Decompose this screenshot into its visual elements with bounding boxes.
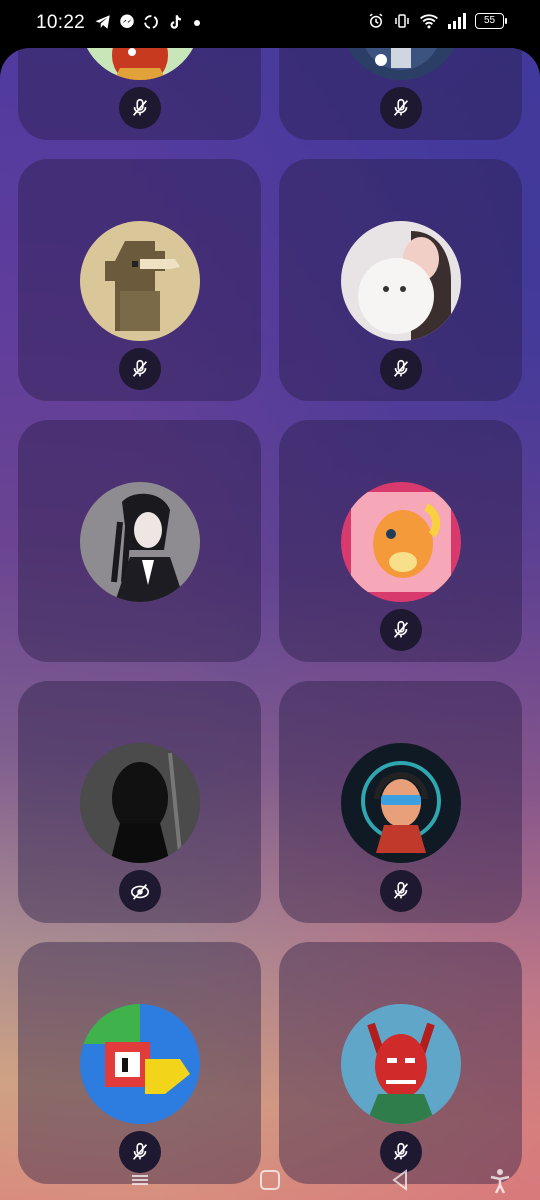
- vibrate-icon: [395, 14, 409, 28]
- status-time: 10:22: [36, 12, 86, 33]
- mic-off-icon: [393, 359, 409, 377]
- mic-off-icon: [393, 881, 409, 899]
- mic-off-icon: [393, 98, 409, 116]
- notification-dot: [194, 20, 200, 26]
- signal-icon: [448, 13, 466, 29]
- home-icon[interactable]: [258, 1168, 282, 1192]
- sync-icon: [144, 15, 158, 29]
- tile-participant-6[interactable]: [279, 420, 522, 662]
- camera-off-button[interactable]: [119, 870, 161, 912]
- avatar-red-creature: [80, 48, 200, 80]
- tiktok-icon: [170, 15, 181, 29]
- participants-screen[interactable]: [0, 48, 540, 1200]
- mic-muted-button[interactable]: [380, 87, 422, 129]
- wifi-icon: [420, 14, 438, 29]
- avatar-blocky-logo: [80, 1004, 200, 1124]
- avatar-dark-figure: [80, 743, 200, 863]
- notification-icons: [94, 13, 204, 31]
- tile-participant-4[interactable]: [279, 159, 522, 401]
- tile-participant-10[interactable]: [279, 942, 522, 1184]
- mic-muted-button[interactable]: [380, 870, 422, 912]
- mic-muted-button[interactable]: [380, 609, 422, 651]
- system-icons: 55: [367, 12, 507, 30]
- avatar-dark-character: [341, 48, 461, 80]
- mic-muted-button[interactable]: [119, 87, 161, 129]
- avatar-plague-doctor: [80, 221, 200, 341]
- tile-participant-3[interactable]: [18, 159, 261, 401]
- accessibility-icon[interactable]: [488, 1168, 512, 1194]
- recent-apps-icon[interactable]: [128, 1168, 152, 1192]
- system-navigation-bar: [0, 1160, 540, 1200]
- alarm-icon: [369, 13, 383, 28]
- avatar-headphones-guy: [341, 743, 461, 863]
- status-bar: 10:22 55: [0, 0, 540, 48]
- avatar-charmander: [341, 482, 461, 602]
- mic-muted-button[interactable]: [119, 348, 161, 390]
- tile-participant-5[interactable]: [18, 420, 261, 662]
- camera-off-icon: [130, 884, 150, 900]
- tile-participant-7[interactable]: [18, 681, 261, 923]
- tile-participant-2[interactable]: [279, 48, 522, 140]
- battery-indicator: 55: [475, 13, 507, 29]
- tile-participant-9[interactable]: [18, 942, 261, 1184]
- tile-participant-1[interactable]: [18, 48, 261, 140]
- back-icon[interactable]: [388, 1168, 412, 1192]
- mic-off-icon: [132, 98, 148, 116]
- avatar-red-demon: [341, 1004, 461, 1124]
- mic-off-icon: [132, 359, 148, 377]
- messenger-icon: [120, 14, 134, 28]
- telegram-icon: [95, 15, 110, 29]
- avatar-girl-with-dog: [341, 221, 461, 341]
- tile-participant-8[interactable]: [279, 681, 522, 923]
- avatar-braided-girl: [80, 482, 200, 602]
- mic-muted-button[interactable]: [380, 348, 422, 390]
- mic-off-icon: [393, 620, 409, 638]
